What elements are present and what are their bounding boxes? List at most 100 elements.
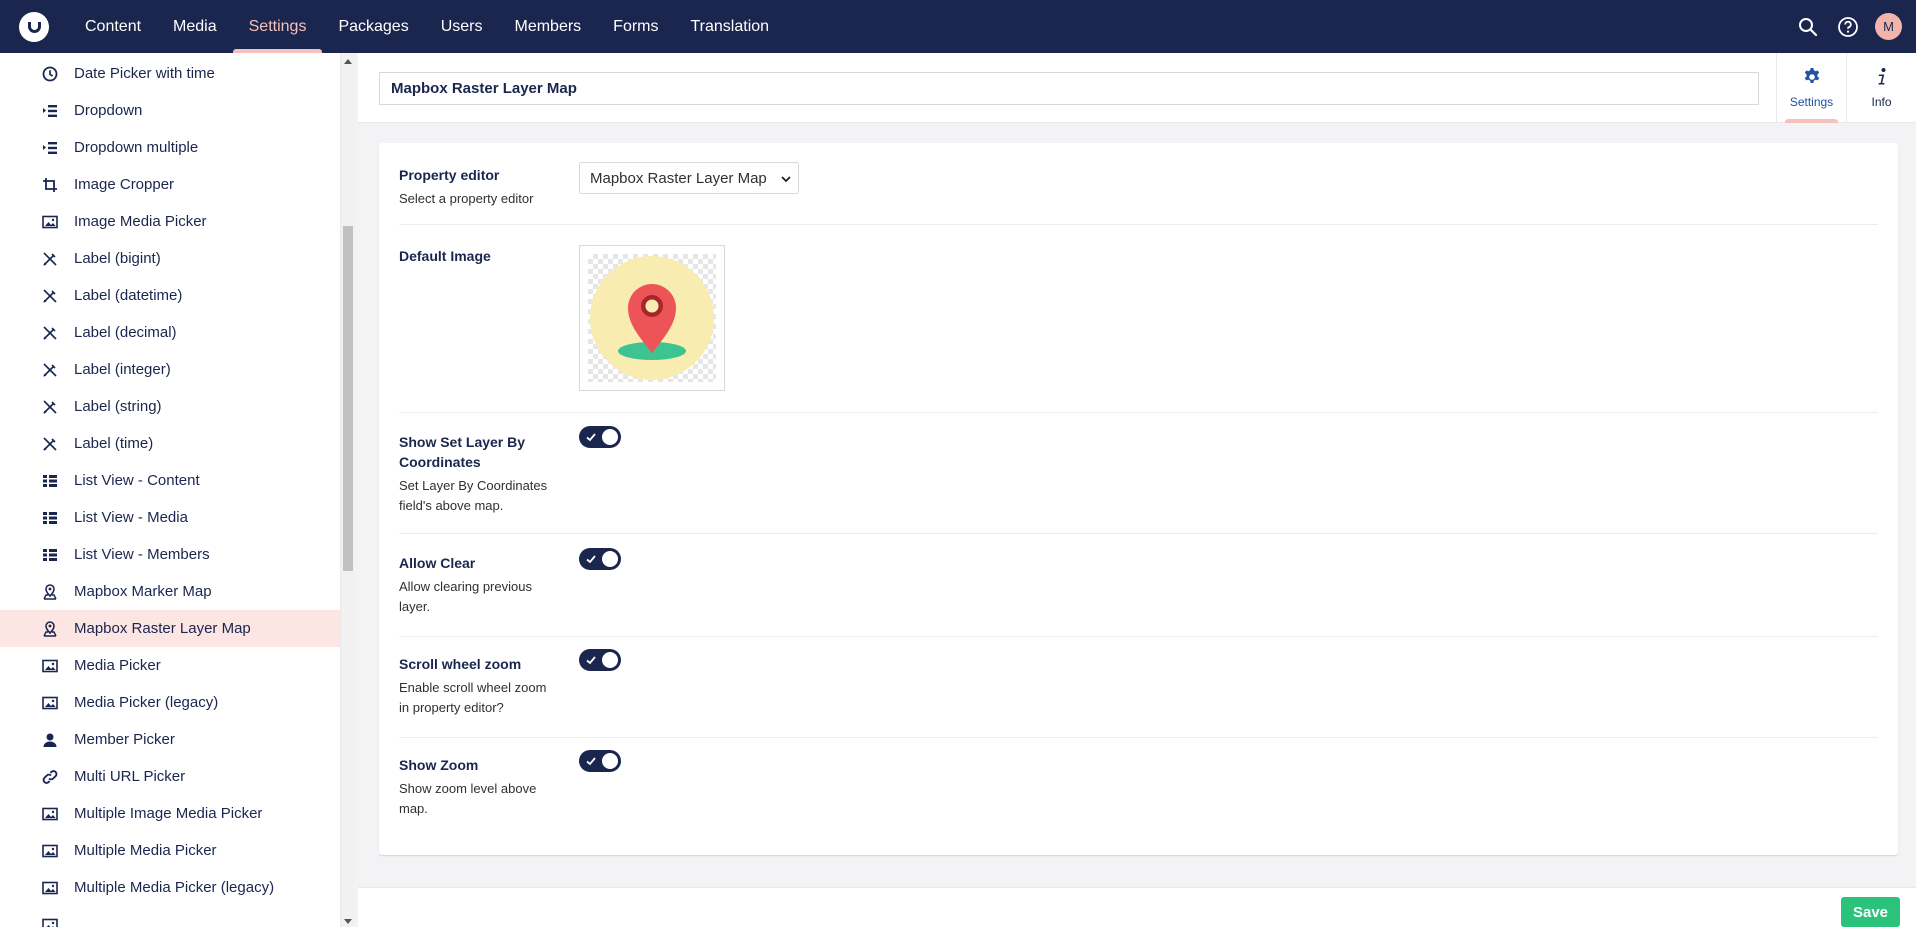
property-label: Show Set Layer By Coordinates [399, 434, 526, 470]
property-description: Show zoom level above map. [399, 781, 537, 816]
tree-item[interactable]: Image Media Picker [0, 203, 340, 240]
checkmark-icon [585, 430, 597, 448]
property-row-show-zoom: Show Zoom Show zoom level above map. [399, 750, 1878, 839]
tree-item[interactable] [0, 906, 340, 927]
tree-item[interactable]: Mapbox Raster Layer Map [0, 610, 340, 647]
tree-item[interactable]: List View - Media [0, 499, 340, 536]
tree-item[interactable]: Dropdown [0, 92, 340, 129]
help-icon[interactable] [1835, 14, 1861, 40]
property-label: Property editor [399, 167, 500, 183]
tree-item-label: Label (time) [74, 435, 154, 452]
tree-item-label: Label (integer) [74, 361, 171, 378]
tree-item-label: Dropdown multiple [74, 139, 199, 156]
list-icon [41, 102, 59, 120]
scroll-thumb[interactable] [343, 226, 353, 571]
property-row-show-set-layer: Show Set Layer By Coordinates Set Layer … [399, 426, 1878, 534]
map-marker-image [588, 254, 716, 382]
property-label: Default Image [399, 248, 491, 264]
property-description: Allow clearing previous layer. [399, 579, 532, 614]
tree-item-label: Mapbox Marker Map [74, 583, 212, 600]
clock-icon [41, 65, 59, 83]
link-icon [41, 768, 59, 786]
property-row-editor: Property editor Select a property editor… [399, 162, 1878, 225]
nav-media[interactable]: Media [157, 0, 233, 53]
sidebar-scrollbar[interactable] [341, 53, 355, 927]
tree-item[interactable]: Label (datetime) [0, 277, 340, 314]
nav-forms[interactable]: Forms [597, 0, 674, 53]
property-label: Allow Clear [399, 555, 476, 571]
tree-item[interactable]: List View - Members [0, 536, 340, 573]
tree-list: Date Picker with time Dropdown Dropdown mu… [0, 55, 340, 927]
tree-item[interactable]: Multiple Media Picker (legacy) [0, 869, 340, 906]
tree-item[interactable]: Member Picker [0, 721, 340, 758]
allow-clear-toggle[interactable] [579, 548, 621, 570]
save-button[interactable]: Save [1841, 897, 1900, 927]
map-pin-icon [41, 583, 59, 601]
tree-item-label: Label (string) [74, 398, 162, 415]
tree-item[interactable]: Multi URL Picker [0, 758, 340, 795]
chevron-down-icon [780, 172, 792, 189]
datatype-name-input[interactable]: Mapbox Raster Layer Map [379, 72, 1759, 105]
nav-settings[interactable]: Settings [232, 0, 323, 53]
show-zoom-toggle[interactable] [579, 750, 621, 772]
tree-item[interactable]: List View - Content [0, 462, 340, 499]
tree-item[interactable]: Label (decimal) [0, 314, 340, 351]
tree-item-label: Label (bigint) [74, 250, 161, 267]
user-avatar[interactable]: M [1875, 13, 1902, 40]
property-row-allow-clear: Allow Clear Allow clearing previous laye… [399, 548, 1878, 637]
tree-item[interactable]: Date Picker with time [0, 55, 340, 92]
tree-item-label: Label (decimal) [74, 324, 177, 341]
top-right-tools: M [1795, 0, 1902, 53]
nav-users[interactable]: Users [425, 0, 499, 53]
tree-item[interactable]: Label (time) [0, 425, 340, 462]
app-info-label: Info [1871, 95, 1892, 109]
tree-item[interactable]: Media Picker [0, 647, 340, 684]
property-description: Set Layer By Coordinates field's above m… [399, 478, 548, 513]
picture-icon [41, 879, 59, 897]
scroll-down-arrow-icon[interactable] [344, 919, 352, 924]
app-settings[interactable]: Settings [1776, 53, 1846, 123]
tree-item-label: Image Media Picker [74, 213, 207, 230]
nav-translation[interactable]: Translation [675, 0, 786, 53]
tree-item-label: Member Picker [74, 731, 175, 748]
tree-item-label: Multiple Image Media Picker [74, 805, 263, 822]
tree-item[interactable]: Media Picker (legacy) [0, 684, 340, 721]
nav-content[interactable]: Content [69, 0, 157, 53]
property-editor-select[interactable]: Mapbox Raster Layer Map [579, 162, 799, 194]
umbraco-logo-icon[interactable] [19, 11, 49, 42]
grid-list-icon [41, 509, 59, 527]
map-pin-icon [41, 620, 59, 638]
readonly-icon [41, 287, 59, 305]
tree-item[interactable]: Label (integer) [0, 351, 340, 388]
app-info[interactable]: Info [1846, 53, 1916, 123]
readonly-icon [41, 435, 59, 453]
tree-item-label: Mapbox Raster Layer Map [74, 620, 251, 637]
default-image-box[interactable] [579, 245, 725, 391]
app-settings-label: Settings [1789, 95, 1834, 109]
tree-item[interactable]: Label (string) [0, 388, 340, 425]
picture-icon [41, 213, 59, 231]
picture-icon [41, 657, 59, 675]
top-bar: Content Media Settings Packages Users Me… [0, 0, 1916, 53]
search-icon[interactable] [1795, 14, 1821, 40]
property-label: Scroll wheel zoom [399, 656, 522, 672]
show-set-layer-toggle[interactable] [579, 426, 621, 448]
tree-item-label: Media Picker [74, 657, 161, 674]
tree-item-label: Label (datetime) [74, 287, 183, 304]
tree-item[interactable]: Multiple Media Picker [0, 832, 340, 869]
list-icon [41, 139, 59, 157]
tree-item[interactable]: Multiple Image Media Picker [0, 795, 340, 832]
checkmark-icon [585, 754, 597, 772]
tree-item[interactable]: Image Cropper [0, 166, 340, 203]
nav-members[interactable]: Members [498, 0, 597, 53]
property-description: Select a property editor [399, 191, 534, 206]
tree-item[interactable]: Dropdown multiple [0, 129, 340, 166]
scroll-up-arrow-icon[interactable] [344, 59, 352, 64]
nav-packages[interactable]: Packages [322, 0, 424, 53]
tree-item[interactable]: Mapbox Marker Map [0, 573, 340, 610]
picture-icon [41, 842, 59, 860]
tree-item-label: Media Picker (legacy) [74, 694, 219, 711]
tree-item[interactable]: Label (bigint) [0, 240, 340, 277]
main-nav: Content Media Settings Packages Users Me… [69, 0, 785, 53]
scroll-wheel-zoom-toggle[interactable] [579, 649, 621, 671]
